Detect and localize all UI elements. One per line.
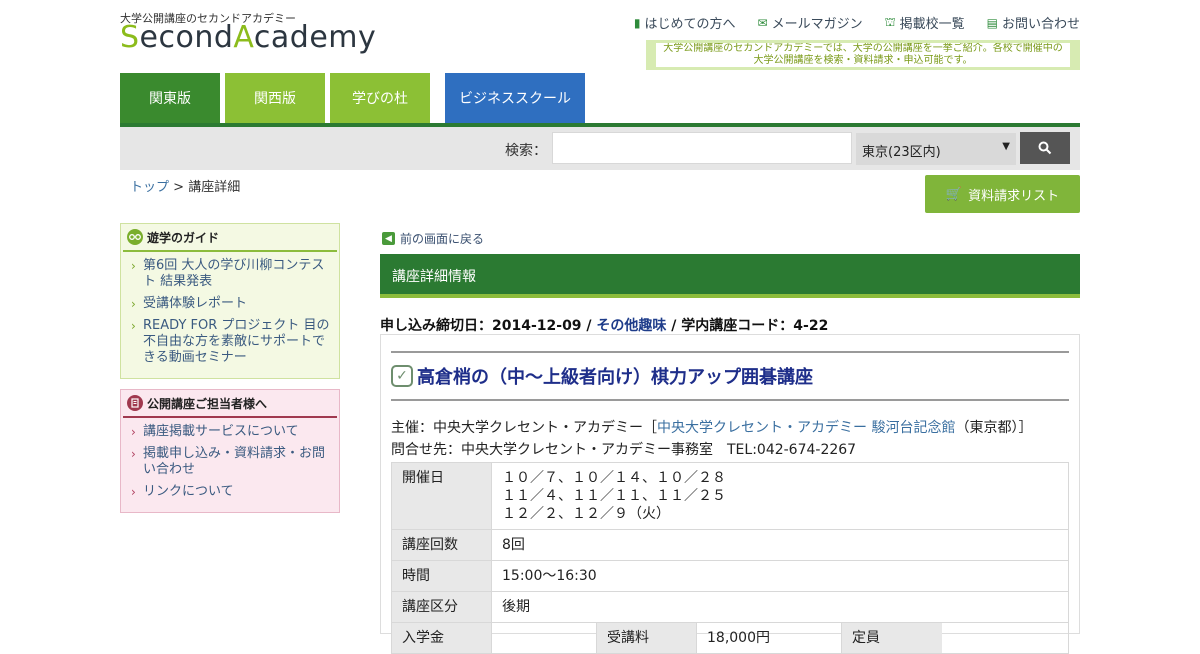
sidebar-guide-heading: 遊学のガイド <box>123 224 337 252</box>
category-link[interactable]: その他趣味 <box>596 318 666 334</box>
cart-icon: 🛒 <box>945 186 963 202</box>
nav-school-list-link[interactable]: ⛫ 掲載校一覧 <box>884 13 965 33</box>
tab-kanto[interactable]: 関東版 <box>120 73 220 123</box>
back-arrow-icon: ◀ <box>382 232 395 245</box>
search-input[interactable] <box>552 132 852 164</box>
sidebar-item-readyfor-project[interactable]: READY FOR プロジェクト 目の不自由な方を素敵にサポートできる動画セミナ… <box>131 318 333 366</box>
site-notice: 大学公開講座のセカンドアカデミーでは、大学の公開講座を一挙ご紹介。各校で開催中の… <box>646 40 1080 70</box>
table-row: 講座区分 後期 <box>391 591 1069 623</box>
book-icon: ▮ <box>633 15 641 30</box>
top-nav: ▮ はじめての方へ ✉ メールマガジン ⛫ 掲載校一覧 ▤ お問い合わせ <box>633 13 1080 33</box>
tab-manabi-no-mori[interactable]: 学びの杜 <box>330 73 430 123</box>
table-header-cell: 時間 <box>391 560 492 592</box>
sidebar-guide: 遊学のガイド 第6回 大人の学び川柳コンテスト 結果発表 受講体験レポート RE… <box>120 223 340 379</box>
course-meta: 申し込み締切日：2014-12-09 / その他趣味 / 学内講座コード：4-2… <box>380 318 829 334</box>
table-row: 講座回数 8回 <box>391 529 1069 561</box>
breadcrumb: トップ > 講座詳細 <box>130 180 241 195</box>
table-row: 時間 15:00～16:30 <box>391 560 1069 592</box>
search-label: 検索： <box>505 143 547 159</box>
sidebar-staff-heading: 公開講座ご担当者様へ <box>123 390 337 418</box>
nav-mail-magazine-link[interactable]: ✉ メールマガジン <box>757 13 863 33</box>
nav-beginners-link[interactable]: ▮ はじめての方へ <box>633 13 736 33</box>
site-logo[interactable]: SecondAcademy <box>120 20 376 55</box>
course-host: 主催：中央大学クレセント・アカデミー［中央大学クレセント・アカデミー 駿河台記念… <box>391 420 1033 436</box>
sidebar-item-senryu-contest[interactable]: 第6回 大人の学び川柳コンテスト 結果発表 <box>131 258 333 290</box>
table-header-cell: 開催日 <box>391 462 492 530</box>
table-header-cell: 講座回数 <box>391 529 492 561</box>
breadcrumb-current: 講座詳細 <box>188 180 241 195</box>
search-icon <box>1038 141 1052 155</box>
mail-icon: ✉ <box>757 15 768 30</box>
nav-contact-link[interactable]: ▤ お問い合わせ <box>986 13 1080 33</box>
dropdown-caret-icon: ▼ <box>1002 141 1010 152</box>
region-select[interactable]: 東京(23区内) ▼ <box>856 133 1016 165</box>
breadcrumb-top-link[interactable]: トップ <box>130 180 169 195</box>
table-row: 開催日 １０／７、１０／１４、１０／２８ １１／４、１１／１１、１１／２５ １２… <box>391 462 1069 530</box>
table-cell: 8回 <box>491 529 1069 561</box>
section-heading: 講座詳細情報 <box>380 254 1080 298</box>
sidebar-staff: 公開講座ご担当者様へ 講座掲載サービスについて 掲載申し込み・資料請求・お問い合… <box>120 389 340 513</box>
table-cell: １０／７、１０／１４、１０／２８ １１／４、１１／１１、１１／２５ １２／２、１… <box>491 462 1069 530</box>
host-venue-link[interactable]: 中央大学クレセント・アカデミー 駿河台記念館 <box>657 420 955 436</box>
course-title: ✓ 高倉梢の（中～上級者向け）棋力アップ囲碁講座 <box>391 363 813 389</box>
search-bar: 検索： 東京(23区内) ▼ <box>120 127 1080 170</box>
glasses-icon <box>127 229 143 245</box>
memo-icon <box>127 395 143 411</box>
course-contact: 問合せ先：中央大学クレセント・アカデミー事務室 TEL:042-674-2267 <box>391 442 857 458</box>
sidebar-item-listing-application[interactable]: 掲載申し込み・資料請求・お問い合わせ <box>131 446 333 478</box>
course-info-table: 開催日 １０／７、１０／１４、１０／２８ １１／４、１１／１１、１１／２５ １２… <box>391 462 1069 654</box>
tab-kansai[interactable]: 関西版 <box>225 73 325 123</box>
sidebar-item-listing-service[interactable]: 講座掲載サービスについて <box>131 424 333 440</box>
sidebar-item-experience-report[interactable]: 受講体験レポート <box>131 296 333 312</box>
back-link[interactable]: ◀ 前の画面に戻る <box>382 230 484 247</box>
table-cell: 15:00～16:30 <box>491 560 1069 592</box>
request-list-button[interactable]: 🛒 資料請求リスト <box>925 175 1080 213</box>
table-row: 入学金 受講料 18,000円 定員 <box>391 622 1069 654</box>
title-rule-top <box>391 351 1069 353</box>
title-rule-bottom <box>391 399 1069 401</box>
table-header-cell: 講座区分 <box>391 591 492 623</box>
sidebar-item-links[interactable]: リンクについて <box>131 484 333 500</box>
table-cell: 後期 <box>491 591 1069 623</box>
building-icon: ⛫ <box>884 14 896 29</box>
tab-business-school[interactable]: ビジネススクール <box>445 73 585 123</box>
table-cell: 受講料 18,000円 定員 <box>491 622 1069 654</box>
check-icon: ✓ <box>391 365 413 387</box>
search-button[interactable] <box>1020 132 1070 164</box>
document-icon: ▤ <box>986 15 998 30</box>
table-header-cell: 入学金 <box>391 622 492 654</box>
course-detail-box: ✓ 高倉梢の（中～上級者向け）棋力アップ囲碁講座 主催：中央大学クレセント・アカ… <box>380 334 1080 654</box>
